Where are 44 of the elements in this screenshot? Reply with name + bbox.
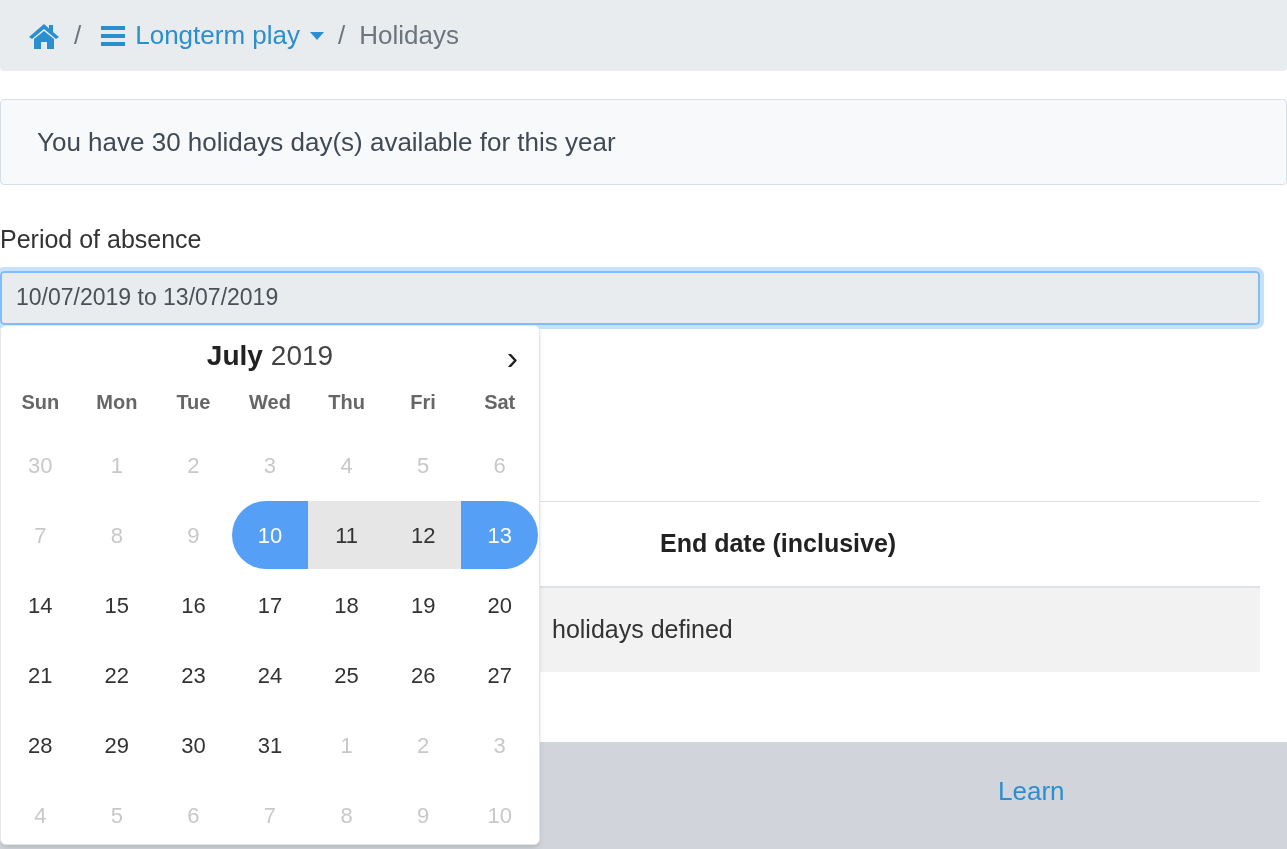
info-alert: You have 30 holidays day(s) available for this year [0,99,1287,185]
calendar-day[interactable]: 19 [384,571,462,639]
field-label: Period of absence [0,224,202,255]
weekday-label: Thu [327,390,366,415]
section-dropdown[interactable]: Longterm play [135,16,324,55]
weekday-label: Wed [248,390,292,415]
footer-heading[interactable]: Learn [998,775,1065,806]
calendar-day[interactable]: 25 [308,641,385,709]
calendar-year[interactable]: 2019 [270,335,334,377]
breadcrumb-separator: / [338,19,346,52]
calendar-day[interactable]: 18 [308,571,385,639]
calendar-day[interactable]: 30 [155,711,232,779]
calendar-day[interactable]: 24 [231,641,309,709]
home-icon[interactable] [28,21,60,50]
weekday-label: Sat [483,390,517,415]
weekday-label: Sun [20,390,61,415]
empty-message: holidays defined [552,613,733,645]
calendar-day[interactable]: 28 [2,711,79,779]
calendar-day[interactable]: 14 [2,571,79,639]
calendar-day[interactable]: 22 [78,641,156,709]
breadcrumb-separator: / [74,19,82,52]
calendar-day[interactable]: 15 [78,571,156,639]
calendar-day[interactable]: 29 [78,711,156,779]
calendar-month: July [206,339,263,373]
calendar-day[interactable]: 26 [384,641,462,709]
weekday-label: Tue [175,390,212,415]
calendar-day[interactable]: 13 [461,501,538,569]
calendar-day[interactable]: 21 [2,641,79,709]
calendar-day[interactable]: 11 [308,501,385,569]
calendar-day[interactable]: 10 [231,501,309,569]
calendar-day[interactable]: 20 [461,571,538,639]
calendar-day[interactable]: 23 [155,641,232,709]
next-month-button[interactable]: › [506,340,518,374]
caret-icon [310,31,324,40]
calendar-day[interactable]: 31 [231,711,309,779]
weekday-label: Mon [95,390,139,415]
weekday-label: Fri [409,390,437,415]
column-header: End date (inclusive) [660,527,897,559]
calendar-day[interactable]: 16 [155,571,232,639]
current-page: Holidays [359,19,459,52]
menu-icon[interactable] [101,25,126,46]
calendar-day[interactable]: 17 [231,571,309,639]
calendar-day[interactable]: 27 [461,641,538,709]
calendar-day[interactable]: 12 [384,501,462,569]
